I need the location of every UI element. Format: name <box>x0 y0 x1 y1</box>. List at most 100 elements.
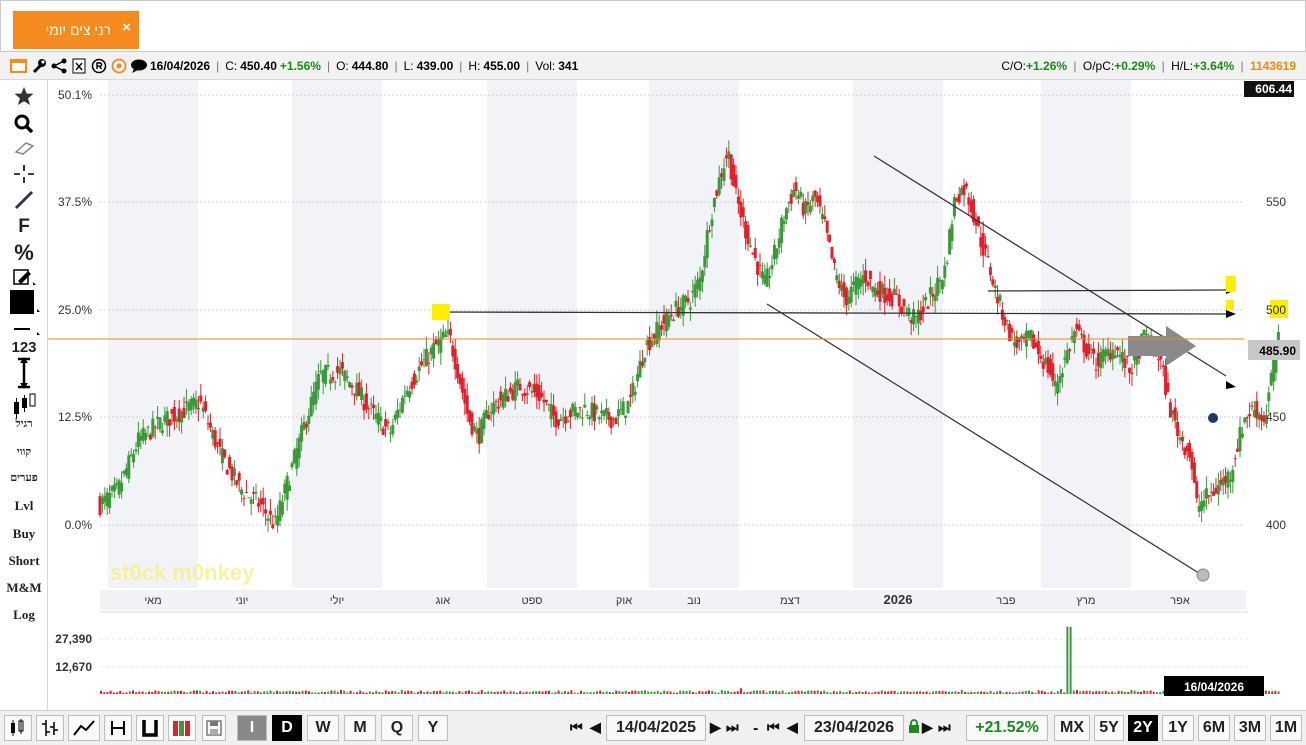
range-1y[interactable]: 1Y <box>1162 715 1194 741</box>
to-next-icon[interactable]: ▶ <box>922 719 933 736</box>
volume-bar <box>816 690 819 694</box>
zoom-icon[interactable] <box>0 114 48 138</box>
volume-bar <box>829 692 832 694</box>
area-tool-icon[interactable] <box>136 715 164 741</box>
volume-bar <box>685 691 688 694</box>
volume-bar <box>228 690 230 694</box>
comment-icon[interactable] <box>130 57 147 74</box>
line-chart-icon[interactable] <box>68 715 100 741</box>
candles-tool-icon[interactable] <box>4 715 32 741</box>
range-5y[interactable]: 5Y <box>1094 715 1124 741</box>
percent-tool[interactable]: % <box>0 240 48 266</box>
volume-bar <box>896 692 899 694</box>
volume-bar <box>308 691 310 694</box>
interval-weekly[interactable]: W <box>307 715 339 741</box>
to-date-field[interactable]: 23/04/2026 <box>804 715 904 741</box>
low-label: L: <box>403 58 414 73</box>
tab-chart[interactable]: רני צים יומי × <box>13 11 139 49</box>
lvl-button[interactable]: Lvl <box>0 498 48 514</box>
from-last-icon[interactable]: ⏭ <box>726 719 739 736</box>
save-icon[interactable] <box>202 715 226 741</box>
colored-bars-icon[interactable] <box>168 715 196 741</box>
to-prev-icon[interactable]: ◀ <box>787 719 798 736</box>
chart-type-gaps-label[interactable]: פערים <box>0 472 48 484</box>
from-date-field[interactable]: 14/04/2025 <box>606 715 706 741</box>
registered-icon[interactable] <box>90 57 107 74</box>
vertical-measure-icon[interactable] <box>0 356 48 394</box>
lock-icon[interactable] <box>908 719 920 738</box>
volume-bar <box>848 690 851 694</box>
volume-bar <box>1156 692 1158 694</box>
mm-button[interactable]: M&M <box>0 580 48 596</box>
excel-icon[interactable] <box>70 57 87 74</box>
volume-bar <box>170 691 173 694</box>
log-button[interactable]: Log <box>0 607 48 623</box>
line-width-icon[interactable] <box>0 322 48 340</box>
period-change: +21.52% <box>966 715 1048 741</box>
range-3m[interactable]: 3M <box>1234 715 1266 741</box>
volume-bar <box>944 691 947 694</box>
close-tab-icon[interactable]: × <box>122 19 131 36</box>
volume-bar <box>800 690 803 694</box>
close-change: +1.56% <box>279 58 321 73</box>
volume-bar <box>391 691 394 694</box>
short-button[interactable]: Short <box>0 553 48 569</box>
volume-bar <box>218 691 221 694</box>
to-last-icon[interactable]: ⏭ <box>938 719 951 736</box>
fibonacci-tool[interactable]: F <box>0 216 48 238</box>
range-1m[interactable]: 1M <box>1270 715 1302 741</box>
hl-value: +3.64% <box>1193 59 1235 73</box>
line-handle[interactable] <box>1196 568 1210 582</box>
volume-bar <box>1028 690 1030 694</box>
to-first-icon[interactable]: ⏮ <box>767 719 780 736</box>
hlc-tool-icon[interactable] <box>104 715 132 741</box>
volume-bar <box>999 690 1002 694</box>
eraser-icon[interactable] <box>0 140 48 160</box>
chart-type-line-label[interactable]: קווי <box>0 446 48 458</box>
buy-button[interactable]: Buy <box>0 526 48 542</box>
from-first-icon[interactable]: ⏮ <box>570 719 583 736</box>
chart-type-candle-label[interactable]: רגיל <box>0 418 48 430</box>
highlight-marker <box>432 304 450 320</box>
volume-bar <box>384 690 387 694</box>
co-value: +1.26% <box>1026 59 1068 73</box>
volume-bar <box>1050 691 1053 694</box>
range-max[interactable]: MX <box>1054 715 1090 741</box>
high-label: H: <box>468 58 481 73</box>
volume-bar <box>256 691 259 694</box>
left-toolbar: F % 123 רגיל קווי פערים Lvl Buy Short M&… <box>0 80 48 710</box>
window-icon[interactable] <box>10 57 27 74</box>
from-next-icon[interactable]: ▶ <box>710 719 721 736</box>
volume-bar <box>922 691 925 694</box>
volume-bar <box>701 691 704 694</box>
wrench-icon[interactable] <box>30 57 47 74</box>
price-chart[interactable]: st0ck m0nkey מאי יוני יולי אוג ספט אוק נוב דצמ 2… <box>48 80 1306 710</box>
edit-icon[interactable] <box>0 268 48 290</box>
draw-line-icon[interactable] <box>0 190 48 214</box>
color-picker-icon[interactable] <box>0 289 48 319</box>
from-prev-icon[interactable]: ◀ <box>590 719 601 736</box>
volume-bar <box>1149 690 1152 694</box>
range-6m[interactable]: 6M <box>1198 715 1230 741</box>
ohlc-tool-icon[interactable] <box>36 715 64 741</box>
volume-bar <box>669 691 672 694</box>
interval-quarterly[interactable]: Q <box>381 715 413 741</box>
range-2y[interactable]: 2Y <box>1128 715 1158 741</box>
interval-monthly[interactable]: M <box>344 715 376 741</box>
volume-bar <box>980 691 982 694</box>
volume-bar <box>909 691 912 694</box>
target-icon[interactable] <box>110 57 127 74</box>
measure-tool[interactable]: 123 <box>0 339 48 356</box>
star-icon[interactable] <box>0 86 48 110</box>
volume-bar <box>551 692 554 694</box>
volume-bar <box>439 690 442 694</box>
volume-bar <box>1140 691 1142 694</box>
interval-intraday[interactable]: I <box>237 715 267 741</box>
share-icon[interactable] <box>50 57 67 74</box>
interval-yearly[interactable]: Y <box>418 715 448 741</box>
interval-daily[interactable]: D <box>272 715 302 741</box>
crosshair-icon[interactable] <box>0 164 48 188</box>
volume-bar <box>1008 691 1011 694</box>
volume-bar <box>298 691 301 694</box>
co-label: C/O: <box>1001 59 1026 73</box>
